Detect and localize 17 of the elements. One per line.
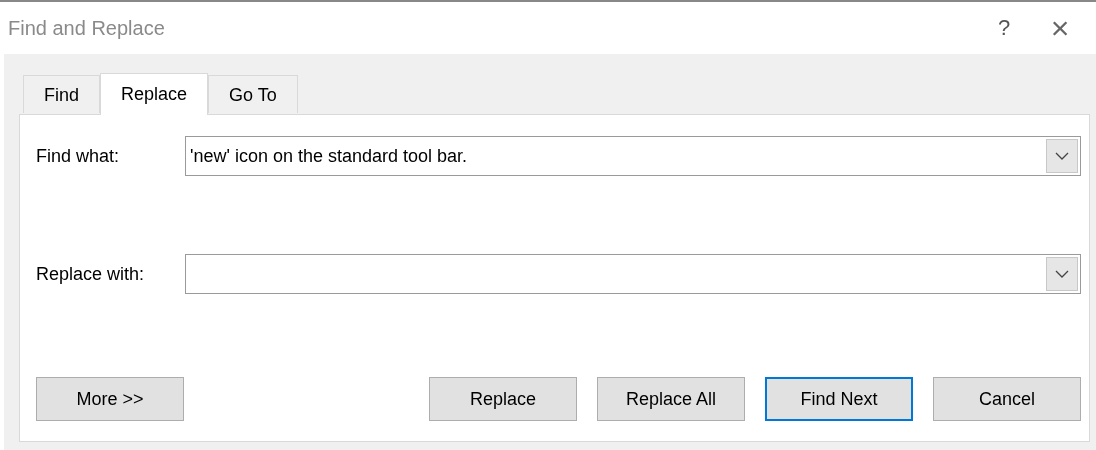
dialog-button[interactable]: Replace All: [597, 377, 745, 421]
dropdown-button[interactable]: [1046, 139, 1078, 173]
chevron-icon: [1055, 151, 1069, 161]
tab[interactable]: Go To: [208, 75, 298, 113]
help-button[interactable]: ?: [986, 9, 1022, 47]
window-title: Find and Replace: [8, 16, 165, 40]
chevron-icon: [1055, 269, 1069, 279]
dialog-button[interactable]: Find Next: [765, 377, 913, 421]
field-label: Find what:: [36, 145, 121, 167]
tab[interactable]: Replace: [100, 73, 209, 115]
close-button[interactable]: ×: [1042, 9, 1078, 47]
dialog-button[interactable]: Replace: [429, 377, 577, 421]
dialog-button[interactable]: More >>: [36, 377, 184, 421]
tab[interactable]: Find: [23, 75, 100, 113]
field-label: Replace with:: [36, 263, 146, 285]
dropdown-button[interactable]: [1046, 257, 1078, 291]
dialog-button[interactable]: Cancel: [933, 377, 1081, 421]
